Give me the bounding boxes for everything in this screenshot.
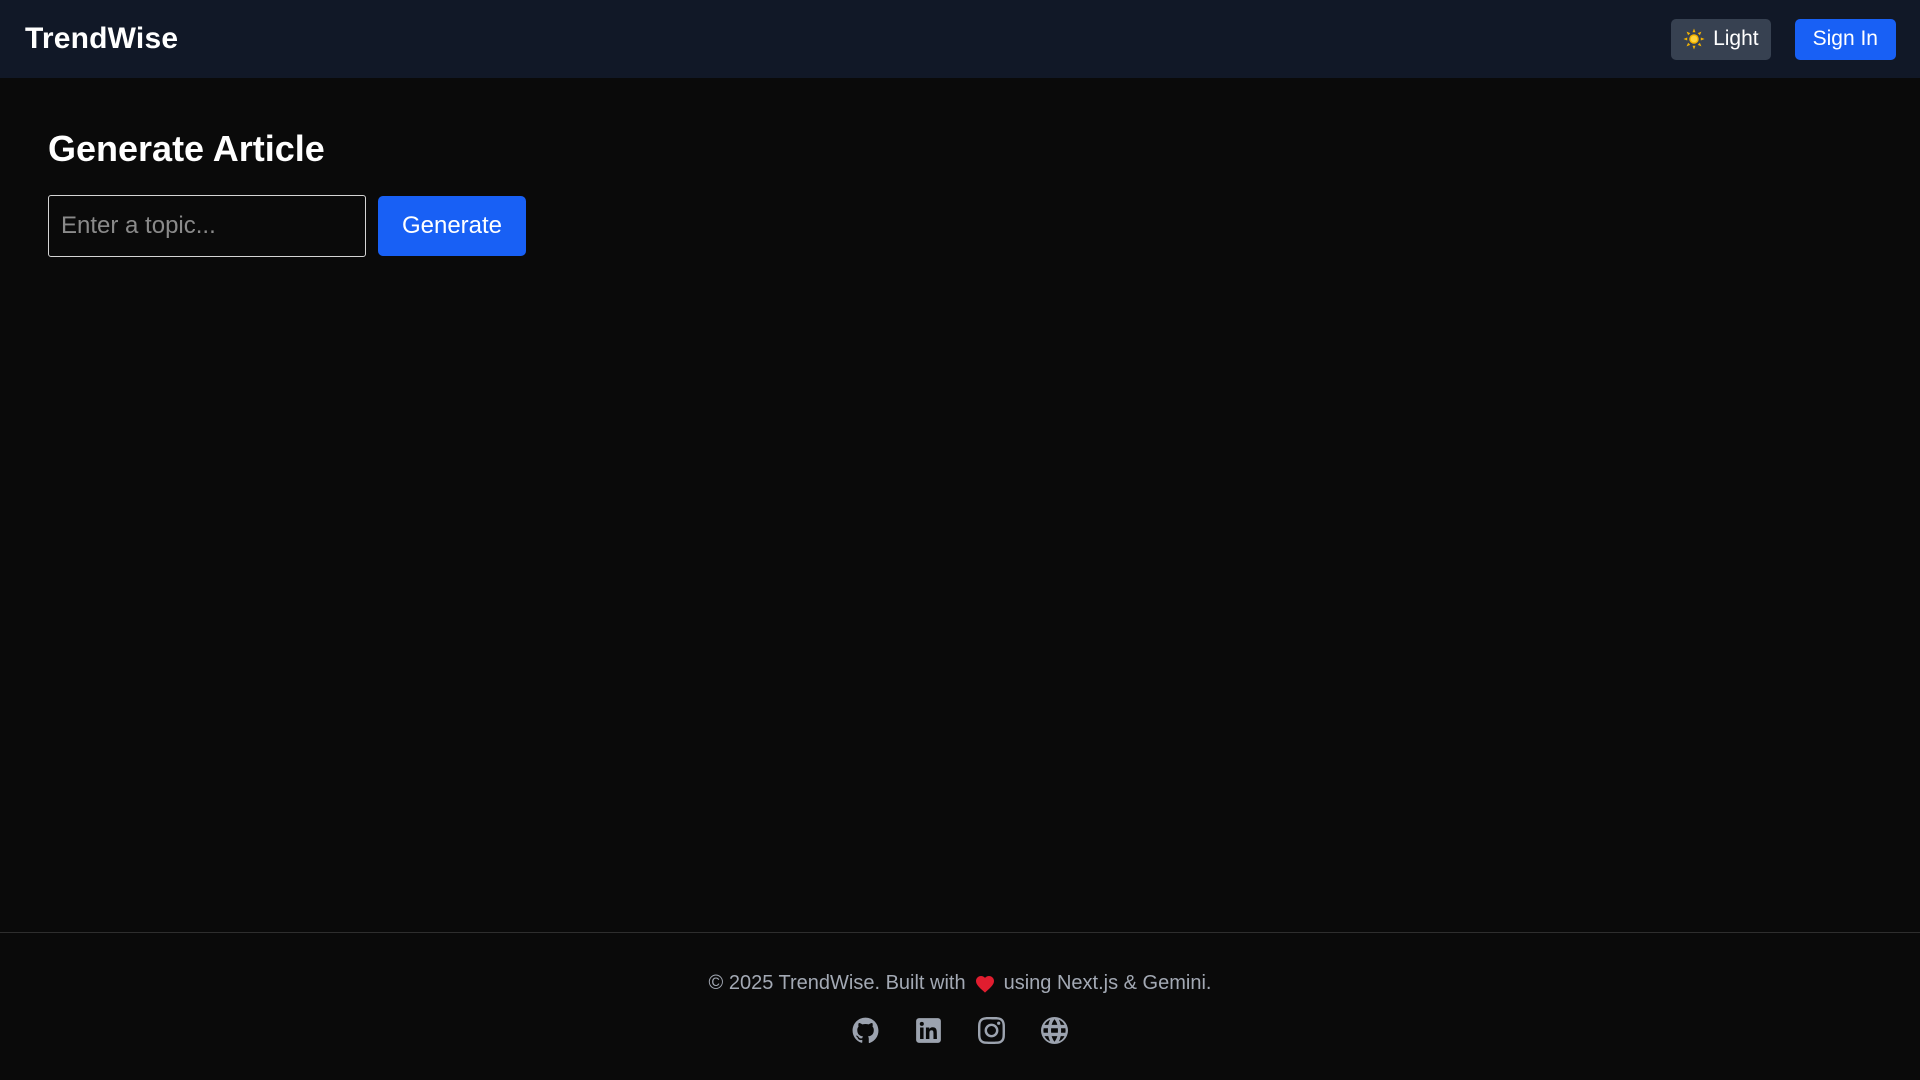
github-icon[interactable] — [852, 1017, 879, 1044]
page-title: Generate Article — [48, 128, 325, 169]
footer: © 2025 TrendWise. Built with using Next.… — [0, 932, 1920, 1080]
globe-icon[interactable] — [1041, 1017, 1068, 1044]
linkedin-icon[interactable] — [915, 1017, 942, 1044]
footer-text-before: © 2025 TrendWise. Built with — [708, 972, 966, 994]
sun-icon — [1683, 28, 1705, 50]
theme-toggle-label: Light — [1713, 27, 1759, 50]
brand-logo[interactable]: TrendWise — [25, 22, 178, 56]
footer-copyright: © 2025 TrendWise. Built with using Next.… — [709, 972, 1212, 995]
page: TrendWise Light Sign In Generate Article… — [0, 0, 1920, 1080]
main-content: Generate Article Generate — [0, 78, 1920, 932]
theme-toggle-button[interactable]: Light — [1671, 18, 1771, 60]
social-links — [852, 1017, 1068, 1044]
footer-text-after: using Next.js & Gemini. — [1003, 972, 1212, 994]
heart-icon — [975, 975, 995, 993]
navbar: TrendWise Light Sign In — [0, 0, 1920, 78]
instagram-icon[interactable] — [978, 1017, 1005, 1044]
topic-input[interactable] — [48, 195, 366, 258]
nav-actions: Light Sign In — [1671, 18, 1896, 60]
generate-button[interactable]: Generate — [378, 196, 526, 257]
generate-form: Generate — [48, 195, 1872, 258]
sign-in-button[interactable]: Sign In — [1794, 18, 1896, 60]
